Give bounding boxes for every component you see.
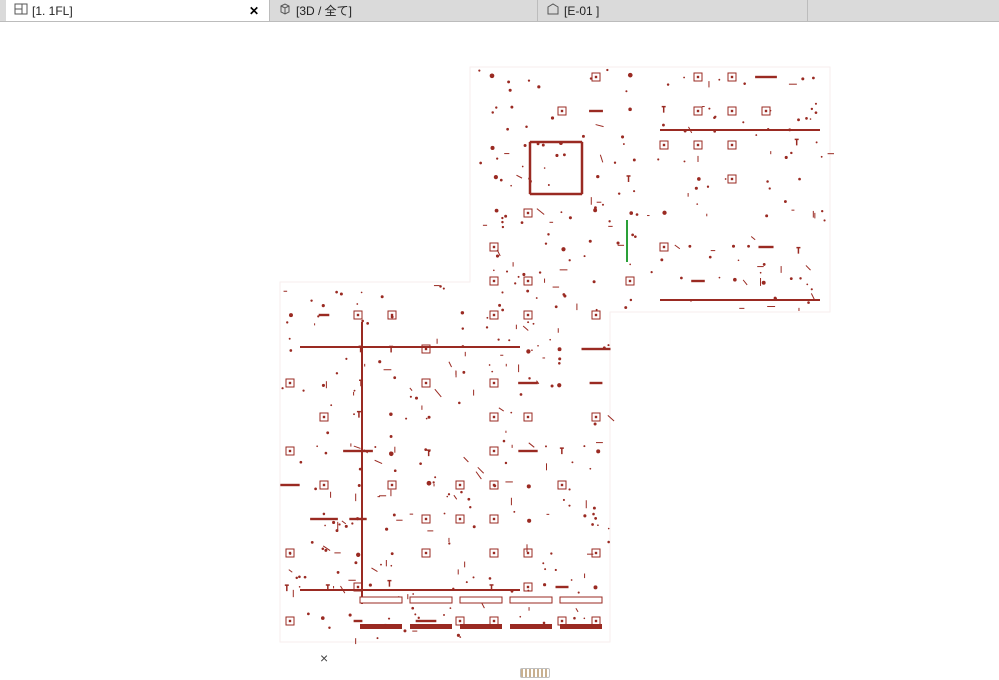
close-icon[interactable]: ✕ [247, 4, 261, 18]
tab-3d-all[interactable]: [3D / 全て] [270, 0, 538, 21]
view-tab-bar: [1. 1FL] ✕ [3D / 全て] [E-01 ] [0, 0, 999, 22]
cube-icon [278, 2, 292, 19]
tab-sheet-e01[interactable]: [E-01 ] [538, 0, 808, 21]
tab-label: [3D / 全て] [296, 2, 352, 19]
floor-plan-canvas[interactable] [0, 22, 999, 658]
split-grip[interactable] [520, 668, 550, 678]
sheet-icon [546, 2, 560, 19]
plan-icon [14, 2, 28, 19]
tab-label: [E-01 ] [564, 4, 599, 18]
tab-plan-1fl[interactable]: [1. 1FL] ✕ [6, 0, 270, 21]
tab-label: [1. 1FL] [32, 4, 73, 18]
